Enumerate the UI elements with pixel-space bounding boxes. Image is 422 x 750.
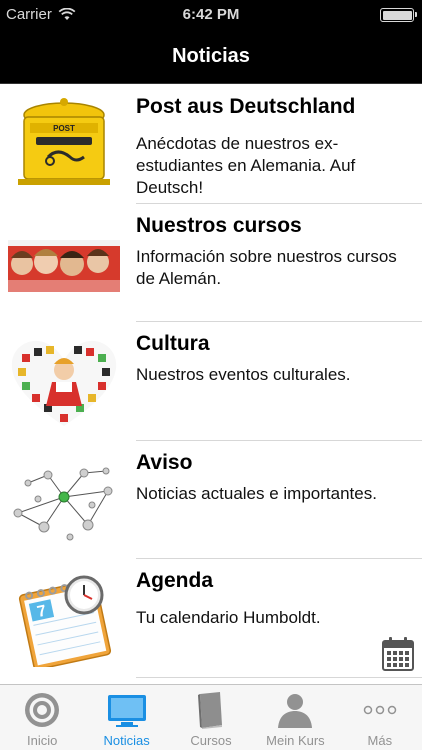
navigation-bar: Noticias bbox=[0, 40, 422, 84]
person-icon bbox=[278, 694, 313, 728]
item-title: Agenda bbox=[136, 569, 214, 592]
item-title: Aviso bbox=[136, 450, 193, 474]
item-description: Tu calendario Humboldt. bbox=[136, 608, 321, 627]
item-description: Noticias actuales e importantes. bbox=[136, 483, 377, 503]
tab-bar: Inicio Noticias Cursos Mein Kurs Más bbox=[0, 684, 422, 750]
list-item-post[interactable]: POST Post aus Deutschland Anécdotas de n… bbox=[0, 85, 422, 204]
page-title: Noticias bbox=[172, 45, 250, 67]
item-description: Nuestros eventos culturales. bbox=[136, 365, 351, 384]
network-icon bbox=[13, 467, 113, 540]
calendar-clock-icon: 7 bbox=[18, 575, 112, 667]
item-description: Información sobre nuestros cursos de Ale… bbox=[136, 246, 397, 288]
book-icon bbox=[198, 692, 223, 729]
item-title: Nuestros cursos bbox=[136, 213, 302, 237]
svg-text:POST: POST bbox=[53, 124, 75, 133]
list-item-cultura[interactable]: Cultura Nuestros eventos culturales. bbox=[0, 322, 422, 441]
tab-label: Noticias bbox=[103, 733, 150, 748]
list-item-agenda[interactable]: 7 Agenda Tu calendario Humboldt. bbox=[0, 559, 422, 678]
tab-mein-kurs[interactable]: Mein Kurs bbox=[253, 685, 337, 750]
tab-mas[interactable]: Más bbox=[338, 685, 422, 750]
list-item-aviso[interactable]: Aviso Noticias actuales e importantes. bbox=[0, 441, 422, 560]
list-item-cursos[interactable]: Nuestros cursos Información sobre nuestr… bbox=[0, 204, 422, 323]
item-description: Anécdotas de nuestros ex-estudiantes en … bbox=[136, 134, 356, 197]
target-icon bbox=[25, 693, 60, 727]
tab-label: Inicio bbox=[27, 733, 58, 748]
post-box-icon: POST bbox=[18, 98, 110, 185]
students-photo-icon bbox=[8, 239, 120, 292]
tab-cursos[interactable]: Cursos bbox=[169, 685, 253, 750]
tab-inicio[interactable]: Inicio bbox=[0, 685, 84, 750]
monitor-icon bbox=[107, 695, 146, 727]
item-title: Cultura bbox=[136, 332, 210, 355]
news-list: POST Post aus Deutschland Anécdotas de n… bbox=[0, 85, 422, 678]
tab-label: Más bbox=[367, 733, 393, 748]
tab-label: Cursos bbox=[190, 733, 232, 748]
culture-heart-icon bbox=[11, 340, 117, 426]
tab-label: Mein Kurs bbox=[266, 733, 325, 748]
more-dots-icon bbox=[363, 705, 397, 715]
tab-noticias[interactable]: Noticias bbox=[84, 685, 168, 750]
item-title: Post aus Deutschland bbox=[136, 95, 356, 118]
calendar-icon[interactable] bbox=[382, 637, 414, 671]
battery-icon bbox=[380, 8, 417, 22]
clock: 6:42 PM bbox=[182, 6, 240, 23]
status-bar: Carrier 6:42 PM bbox=[0, 0, 422, 40]
